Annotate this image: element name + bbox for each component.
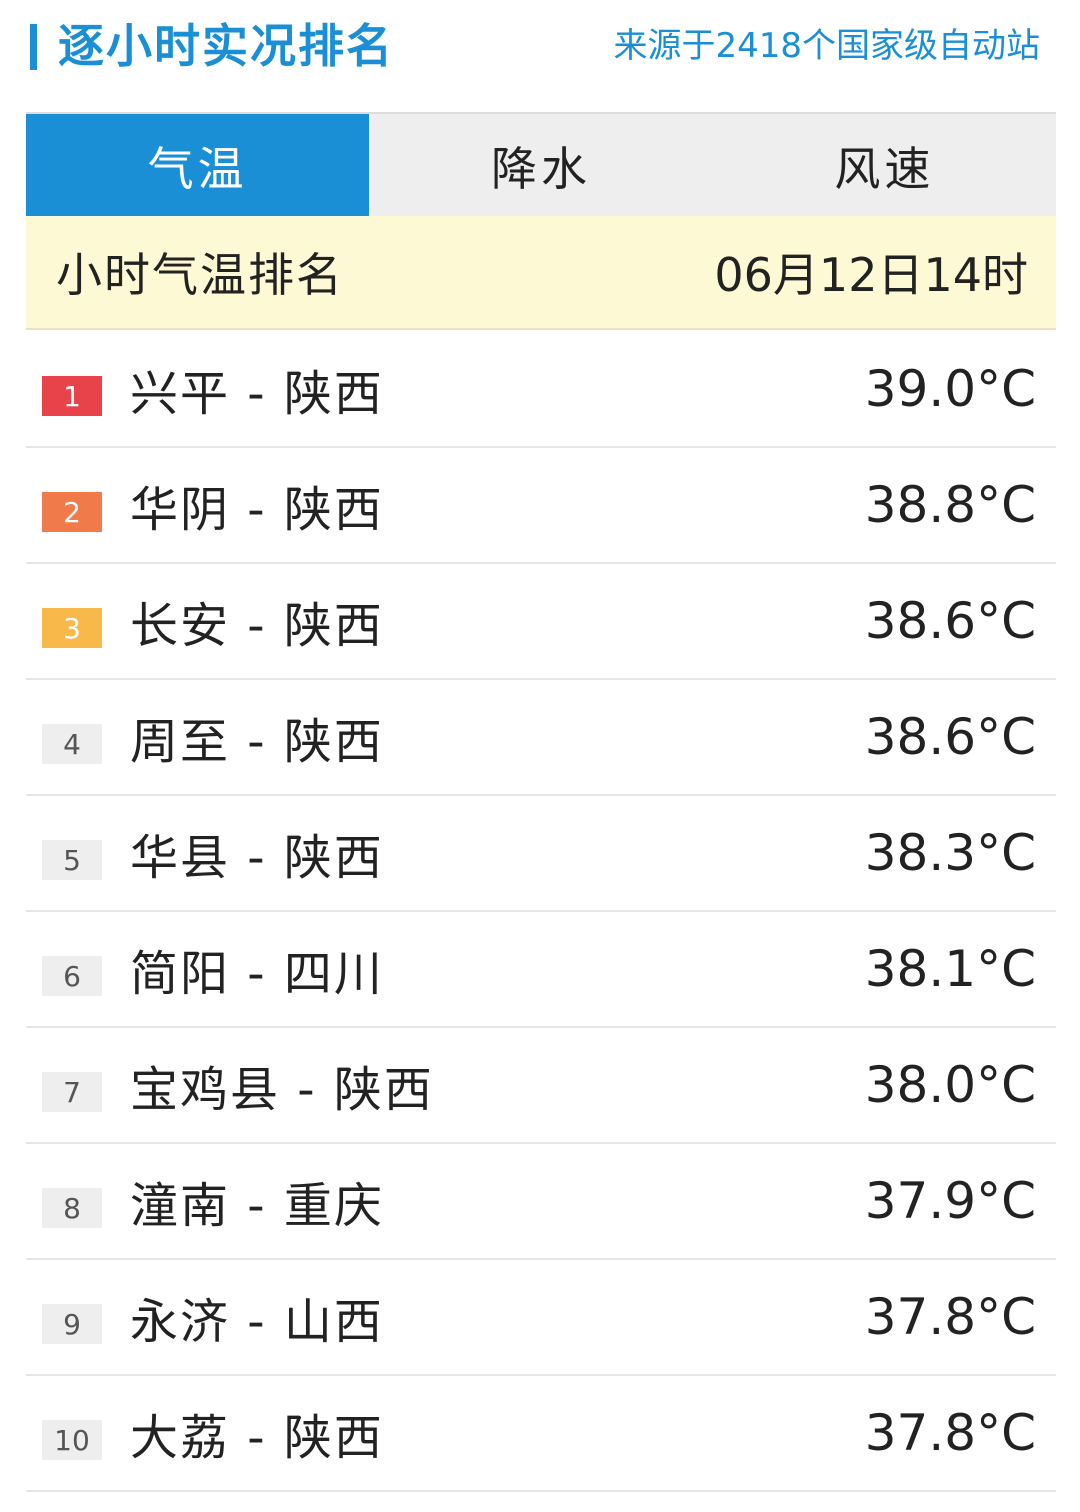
temperature-value: 37.9°C [864,1172,1036,1230]
station-name: 周至 - 陕西 [130,714,384,770]
tab-wind-speed[interactable]: 风速 [713,114,1056,218]
table-row[interactable]: 5 华县 - 陕西 38.3°C [26,796,1056,912]
temperature-value: 38.6°C [864,592,1036,650]
rank-badge: 7 [42,1072,102,1112]
station-name: 华阴 - 陕西 [130,482,384,538]
table-row[interactable]: 10 大荔 - 陕西 37.8°C [26,1376,1056,1492]
rank-badge: 6 [42,956,102,996]
station-name: 简阳 - 四川 [130,946,384,1002]
station-name: 兴平 - 陕西 [130,366,384,422]
station-name: 华县 - 陕西 [130,830,384,886]
table-row[interactable]: 4 周至 - 陕西 38.6°C [26,680,1056,796]
temperature-value: 38.8°C [864,476,1036,534]
table-row[interactable]: 8 潼南 - 重庆 37.9°C [26,1144,1056,1260]
table-row[interactable]: 7 宝鸡县 - 陕西 38.0°C [26,1028,1056,1144]
rank-badge: 8 [42,1188,102,1228]
rank-badge: 2 [42,492,102,532]
temperature-value: 38.1°C [864,940,1036,998]
tab-precipitation[interactable]: 降水 [369,114,712,218]
rank-badge: 3 [42,608,102,648]
station-name: 永济 - 山西 [130,1294,384,1350]
ranking-label: 小时气温排名 [56,248,344,302]
temperature-value: 39.0°C [864,360,1036,418]
rank-badge: 1 [42,376,102,416]
table-row[interactable]: 1 兴平 - 陕西 39.0°C [26,332,1056,448]
table-row[interactable]: 2 华阴 - 陕西 38.8°C [26,448,1056,564]
page-header: 逐小时实况排名 来源于2418个国家级自动站 [0,0,1080,96]
rank-badge: 10 [42,1420,102,1460]
temperature-value: 38.3°C [864,824,1036,882]
ranking-timestamp: 06月12日14时 [714,248,1028,302]
rank-badge: 9 [42,1304,102,1344]
table-row[interactable]: 9 永济 - 山西 37.8°C [26,1260,1056,1376]
temperature-value: 38.6°C [864,708,1036,766]
station-name: 长安 - 陕西 [130,598,384,654]
temperature-value: 37.8°C [864,1404,1036,1462]
page-title: 逐小时实况排名 [58,19,394,73]
rank-badge: 5 [42,840,102,880]
station-name: 大荔 - 陕西 [130,1410,384,1466]
station-name: 潼南 - 重庆 [130,1178,384,1234]
title-accent-bar [30,24,37,70]
tab-temperature[interactable]: 气温 [26,114,370,218]
temperature-value: 38.0°C [864,1056,1036,1114]
temperature-value: 37.8°C [864,1288,1036,1346]
station-name: 宝鸡县 - 陕西 [130,1062,434,1118]
data-source-note: 来源于2418个国家级自动站 [613,26,1040,66]
table-row[interactable]: 6 简阳 - 四川 38.1°C [26,912,1056,1028]
rank-badge: 4 [42,724,102,764]
ranking-subheader: 小时气温排名 06月12日14时 [26,216,1056,330]
table-row[interactable]: 3 长安 - 陕西 38.6°C [26,564,1056,680]
ranking-list: 1 兴平 - 陕西 39.0°C 2 华阴 - 陕西 38.8°C 3 长安 -… [26,332,1056,1492]
metric-tabs: 气温 降水 风速 [26,112,1056,218]
